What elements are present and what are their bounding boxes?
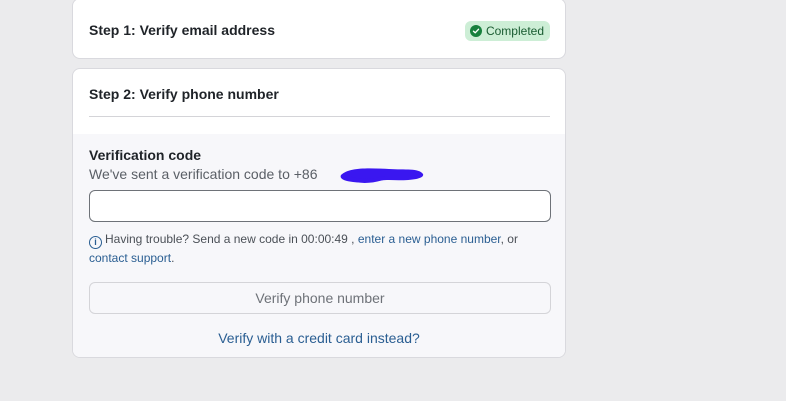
step2-title: Step 2: Verify phone number (89, 86, 279, 102)
verify-credit-card-link[interactable]: Verify with a credit card instead? (73, 330, 565, 346)
help-text-resend: Having trouble? Send a new code in 00:00… (105, 232, 355, 246)
contact-support-link[interactable]: contact support (89, 251, 171, 265)
verify-phone-button[interactable]: Verify phone number (89, 282, 551, 314)
completed-badge: Completed (464, 21, 550, 41)
step2-card: Step 2: Verify phone number Verification… (72, 68, 566, 358)
step1-card: Step 1: Verify email address Completed (72, 0, 566, 59)
step1-title: Step 1: Verify email address (89, 22, 275, 38)
help-text-or: , or (500, 232, 518, 246)
enter-new-phone-link[interactable]: enter a new phone number (358, 232, 501, 246)
redacted-phone-number (340, 168, 424, 183)
completed-badge-label: Completed (485, 24, 544, 38)
verification-code-label: Verification code (89, 147, 202, 163)
help-text-period: . (171, 251, 175, 265)
info-icon: i (89, 236, 102, 249)
code-sent-message: We've sent a verification code to +86 (89, 166, 318, 182)
check-circle-icon (469, 25, 482, 37)
help-text: i Having trouble? Send a new code in 00:0… (89, 230, 559, 267)
verification-code-input[interactable] (89, 190, 551, 222)
section-divider (89, 116, 550, 117)
